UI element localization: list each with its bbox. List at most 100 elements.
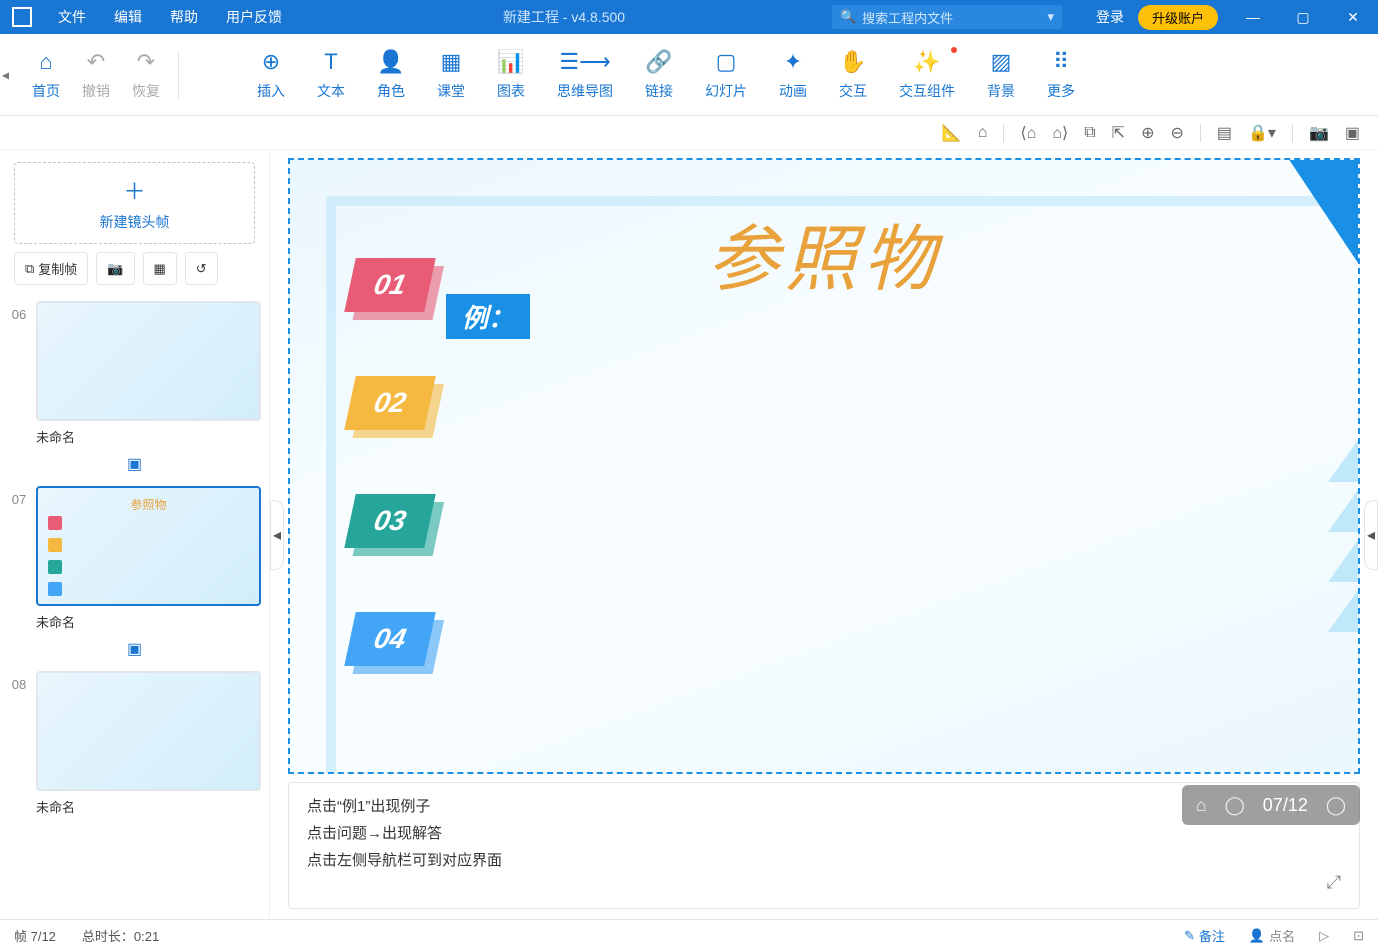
ribbon-home[interactable]: ⌂首页 xyxy=(32,49,60,101)
loop-icon: ↺ xyxy=(196,261,207,277)
app-logo-icon xyxy=(12,7,32,27)
ribbon-undo[interactable]: ↶撤销 xyxy=(82,49,110,101)
thumb-preview: 参照物 xyxy=(36,486,261,606)
camera-icon[interactable]: 📷 xyxy=(1309,123,1329,143)
thumb-name: 未命名 xyxy=(36,797,261,816)
transition-icon[interactable]: ▣ xyxy=(0,639,269,659)
nav-home-icon[interactable]: ⌂ xyxy=(1196,795,1207,816)
qr-icon: ▦ xyxy=(154,261,166,277)
copy-icon[interactable]: ⧉ xyxy=(1084,124,1095,142)
present-button[interactable]: ⊡ xyxy=(1353,928,1364,944)
page-navigator: ⌂ ◯ 07/12 ◯ xyxy=(1182,785,1360,825)
layout-icon[interactable]: ▤ xyxy=(1217,123,1232,143)
nav-badge-01[interactable]: 01 xyxy=(344,258,435,312)
ruler-icon[interactable]: 📐 xyxy=(942,123,962,143)
undo-icon: ↶ xyxy=(83,49,109,75)
thumbnails-panel: ＋ 新建镜头帧 ⧉复制帧 📷 ▦ ↺ 06 未命名 ▣ 07 参照 xyxy=(0,150,270,919)
expand-right-handle[interactable]: ◂ xyxy=(1364,500,1378,570)
divider xyxy=(1200,124,1201,142)
screen-icon[interactable]: ▣ xyxy=(1345,123,1360,143)
play-icon: ▷ xyxy=(1319,928,1329,944)
external-icon[interactable]: ⇱ xyxy=(1112,123,1125,143)
status-bar: 帧 7/12 总时长：0:21 ✎备注 👤点名 ▷ ⊡ xyxy=(0,919,1378,951)
ribbon-scroll-left[interactable]: ◂ xyxy=(2,66,9,83)
zoom-in-icon[interactable]: ⊕ xyxy=(1141,123,1154,143)
nav-next-icon[interactable]: ◯ xyxy=(1326,795,1346,816)
menu-edit[interactable]: 编辑 xyxy=(100,7,156,27)
board-icon: ▦ xyxy=(438,49,464,75)
home-icon: ⌂ xyxy=(33,49,59,75)
login-button[interactable]: 登录 xyxy=(1082,7,1138,27)
ribbon-mindmap[interactable]: ☰⟶思维导图 xyxy=(557,49,613,101)
maximize-button[interactable]: ▢ xyxy=(1278,0,1328,34)
ribbon-text[interactable]: T文本 xyxy=(317,49,345,101)
thumb-08[interactable]: 未命名 xyxy=(36,671,261,816)
notes-button[interactable]: ✎备注 xyxy=(1184,926,1225,945)
search-placeholder: 搜索工程内文件 xyxy=(862,8,953,27)
thumb-preview xyxy=(36,671,261,791)
close-button[interactable]: ✕ xyxy=(1328,0,1378,34)
ribbon-redo[interactable]: ↷恢复 xyxy=(132,49,160,101)
copy-frame-button[interactable]: ⧉复制帧 xyxy=(14,252,88,285)
nav-prev-icon[interactable]: ◯ xyxy=(1225,795,1245,816)
nav-badge-04[interactable]: 04 xyxy=(344,612,435,666)
thumb-row[interactable]: 08 未命名 xyxy=(0,665,269,818)
search-input[interactable]: 🔍 搜索工程内文件 ▾ xyxy=(832,5,1062,29)
thumb-06[interactable]: 未命名 xyxy=(36,301,261,446)
minimize-button[interactable]: — xyxy=(1228,0,1278,34)
ribbon-role[interactable]: 👤角色 xyxy=(377,49,405,101)
thumb-row[interactable]: 07 参照物 未命名 xyxy=(0,480,269,633)
ribbon-animation[interactable]: ✦动画 xyxy=(779,49,807,101)
snapshot-button[interactable]: 📷 xyxy=(96,252,134,285)
expand-notes-icon[interactable]: ⤢ xyxy=(1327,866,1341,898)
pattern-icon: ▨ xyxy=(988,49,1014,75)
ribbon-interact[interactable]: ✋交互 xyxy=(839,49,867,101)
sparkle-icon: ✨ xyxy=(914,49,940,75)
ribbon-chart[interactable]: 📊图表 xyxy=(497,49,525,101)
frame-counter: 帧 7/12 xyxy=(14,926,56,945)
ribbon-insert[interactable]: ⊕插入 xyxy=(257,49,285,101)
nav-badge-02[interactable]: 02 xyxy=(344,376,435,430)
loop-button[interactable]: ↺ xyxy=(185,252,218,285)
main-area: ＋ 新建镜头帧 ⧉复制帧 📷 ▦ ↺ 06 未命名 ▣ 07 参照 xyxy=(0,150,1378,919)
ribbon-slide[interactable]: ▢幻灯片 xyxy=(705,49,747,101)
menu-feedback[interactable]: 用户反馈 xyxy=(212,7,296,27)
nav-badge-03[interactable]: 03 xyxy=(344,494,435,548)
cursor-icon: ✋ xyxy=(840,49,866,75)
prev-frame-icon[interactable]: ⟨⌂ xyxy=(1020,123,1036,143)
grid-icon: ⠿ xyxy=(1048,49,1074,75)
notes-text: 点击“例1”出现例子 点击问题→出现解答 点击左侧导航栏可到对应界面 xyxy=(307,793,1319,898)
menu-file[interactable]: 文件 xyxy=(44,7,100,27)
slide-canvas[interactable]: 参照物 例： 01 02 03 04 xyxy=(288,158,1360,774)
ribbon-link[interactable]: 🔗链接 xyxy=(645,49,673,101)
thumb-07[interactable]: 参照物 未命名 xyxy=(36,486,261,631)
divider xyxy=(1292,124,1293,142)
text-icon: T xyxy=(318,49,344,75)
lock-icon[interactable]: 🔒▾ xyxy=(1248,123,1276,143)
ribbon-more[interactable]: ⠿更多 xyxy=(1047,49,1075,101)
collapse-left-handle[interactable]: ◂ xyxy=(270,500,284,570)
secondary-toolbar: 📐 ⌂ ⟨⌂ ⌂⟩ ⧉ ⇱ ⊕ ⊖ ▤ 🔒▾ 📷 ▣ xyxy=(0,116,1378,150)
chevron-down-icon[interactable]: ▾ xyxy=(1047,9,1054,25)
roll-call-button[interactable]: 👤点名 xyxy=(1249,926,1295,945)
upgrade-button[interactable]: 升级账户 xyxy=(1138,5,1218,30)
ribbon-background[interactable]: ▨背景 xyxy=(987,49,1015,101)
example-label[interactable]: 例： xyxy=(446,294,530,339)
next-frame-icon[interactable]: ⌂⟩ xyxy=(1052,123,1068,143)
thumb-number: 08 xyxy=(8,671,30,692)
qr-button[interactable]: ▦ xyxy=(143,252,177,285)
zoom-out-icon[interactable]: ⊖ xyxy=(1170,123,1183,143)
play-button[interactable]: ▷ xyxy=(1319,928,1329,944)
slide-title[interactable]: 参照物 xyxy=(707,200,941,305)
transition-icon[interactable]: ▣ xyxy=(0,454,269,474)
link-icon: 🔗 xyxy=(646,49,672,75)
thumb-title: 参照物 xyxy=(130,496,166,513)
home-icon[interactable]: ⌂ xyxy=(978,124,988,142)
new-frame-button[interactable]: ＋ 新建镜头帧 xyxy=(14,162,255,244)
thumb-preview xyxy=(36,301,261,421)
thumb-row[interactable]: 06 未命名 xyxy=(0,295,269,448)
ribbon-interact-comp[interactable]: ✨交互组件 xyxy=(899,49,955,101)
menu-help[interactable]: 帮助 xyxy=(156,7,212,27)
thumbnails-list[interactable]: 06 未命名 ▣ 07 参照物 未命名 xyxy=(0,295,269,919)
ribbon-class[interactable]: ▦课堂 xyxy=(437,49,465,101)
